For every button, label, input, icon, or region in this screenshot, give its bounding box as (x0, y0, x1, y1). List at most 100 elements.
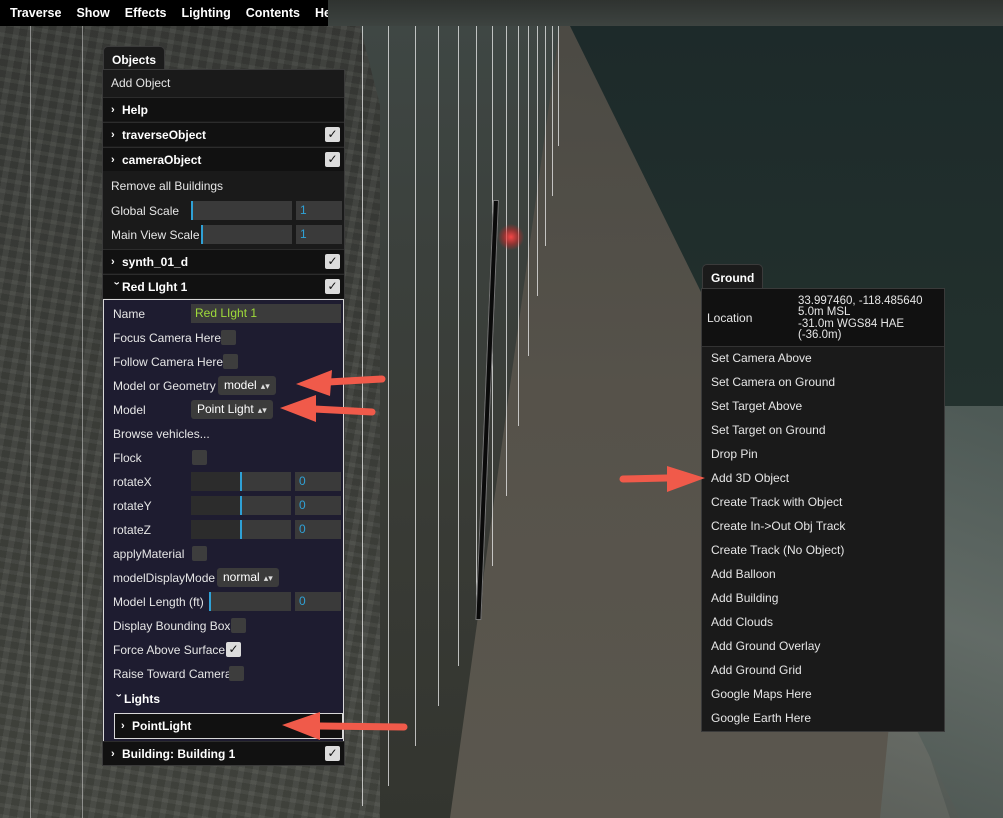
add-3d-object[interactable]: Add 3D Object (711, 471, 789, 485)
menu-lighting[interactable]: Lighting (181, 6, 230, 20)
apply-material-checkbox[interactable] (192, 546, 207, 561)
chevron-right-icon: › (111, 255, 115, 268)
tab-objects[interactable]: Objects (103, 46, 166, 70)
scene-pole (506, 26, 507, 496)
rotate-z-label: rotateZ (113, 523, 152, 537)
scene-pole (545, 26, 546, 246)
name-input[interactable]: Red LIght 1 (191, 304, 341, 323)
main-view-scale-input[interactable]: 1 (296, 225, 342, 244)
add-building[interactable]: Add Building (711, 591, 778, 605)
google-maps-here[interactable]: Google Maps Here (711, 687, 812, 701)
checkmark-icon[interactable]: ✓ (325, 254, 340, 269)
menu-effects[interactable]: Effects (125, 6, 167, 20)
folder-help[interactable]: › Help (103, 97, 344, 121)
flock-label: Flock (113, 451, 142, 465)
add-object-button[interactable]: Add Object (103, 71, 344, 95)
scene-pole (458, 26, 459, 666)
raise-toward-camera-row: Raise Toward Camera (104, 662, 343, 686)
model-or-geometry-select[interactable]: model ▴▾ (218, 376, 276, 395)
ground-context-menu: Location 33.997460, -118.485640 5.0m MSL… (701, 288, 945, 732)
checkmark-icon[interactable]: ✓ (325, 127, 340, 142)
folder-synth[interactable]: › synth_01_d ✓ (103, 249, 344, 273)
global-scale-slider[interactable] (191, 201, 292, 220)
focus-camera-label: Focus Camera Here (113, 331, 222, 345)
set-camera-on-ground[interactable]: Set Camera on Ground (711, 375, 835, 389)
raise-toward-camera-checkbox[interactable] (229, 666, 244, 681)
chevron-right-icon: › (111, 103, 115, 116)
add-ground-overlay[interactable]: Add Ground Overlay (711, 639, 820, 653)
add-ground-grid[interactable]: Add Ground Grid (711, 663, 802, 677)
create-track-no-object[interactable]: Create Track (No Object) (711, 543, 844, 557)
add-clouds[interactable]: Add Clouds (711, 615, 773, 629)
menu-show[interactable]: Show (76, 6, 109, 20)
global-scale-input[interactable]: 1 (296, 201, 342, 220)
browse-vehicles-label: Browse vehicles... (113, 427, 210, 441)
folder-building[interactable]: › Building: Building 1 ✓ (103, 741, 344, 765)
force-above-surface-checkbox[interactable]: ✓ (226, 642, 241, 657)
raise-toward-camera-label: Raise Toward Camera (113, 667, 232, 681)
model-length-input[interactable]: 0 (295, 592, 341, 611)
google-earth-here[interactable]: Google Earth Here (711, 711, 811, 725)
folder-camera-object[interactable]: › cameraObject ✓ (103, 147, 344, 171)
rotate-y-input[interactable]: 0 (295, 496, 341, 515)
main-view-scale-row: Main View Scale 1 (103, 223, 344, 247)
set-target-above[interactable]: Set Target Above (711, 399, 802, 413)
model-length-slider[interactable] (209, 592, 291, 611)
scene-pole (558, 26, 559, 146)
main-view-scale-slider[interactable] (201, 225, 292, 244)
slider-knob[interactable] (240, 496, 242, 515)
rotate-z-slider[interactable] (191, 520, 291, 539)
scene-pole (476, 26, 477, 616)
slider-knob[interactable] (240, 472, 242, 491)
rotate-y-label: rotateY (113, 499, 152, 513)
slider-knob[interactable] (191, 201, 193, 220)
location-readout: Location 33.997460, -118.485640 5.0m MSL… (702, 289, 944, 347)
folder-lights-label: Lights (124, 692, 160, 706)
model-value: Point Light (197, 402, 254, 416)
menu-contents[interactable]: Contents (246, 6, 300, 20)
add-object-label: Add Object (111, 76, 171, 90)
follow-camera-checkbox[interactable] (223, 354, 238, 369)
set-camera-above[interactable]: Set Camera Above (711, 351, 812, 365)
add-balloon[interactable]: Add Balloon (711, 567, 776, 581)
model-length-row: Model Length (ft) 0 (104, 590, 343, 614)
checkmark-icon[interactable]: ✓ (325, 746, 340, 761)
create-track-with-object[interactable]: Create Track with Object (711, 495, 842, 509)
slider-knob[interactable] (201, 225, 203, 244)
rotate-y-row: rotateY 0 (104, 494, 343, 518)
rotate-x-input[interactable]: 0 (295, 472, 341, 491)
chevron-right-icon: › (111, 153, 115, 166)
focus-camera-checkbox[interactable] (221, 330, 236, 345)
scene-pole (82, 26, 83, 818)
remove-buildings-button[interactable]: Remove all Buildings (103, 174, 344, 198)
menu-traverse[interactable]: Traverse (10, 6, 61, 20)
checkmark-icon[interactable]: ✓ (325, 279, 340, 294)
scene-pole (537, 26, 538, 296)
folder-red-light[interactable]: › Red LIght 1 ✓ (103, 274, 344, 298)
rotate-y-slider[interactable] (191, 496, 291, 515)
chevron-right-icon: › (111, 128, 115, 141)
flock-checkbox[interactable] (192, 450, 207, 465)
checkmark-icon[interactable]: ✓ (325, 152, 340, 167)
folder-lights[interactable]: › Lights (104, 687, 343, 711)
display-bounding-box-checkbox[interactable] (231, 618, 246, 633)
set-target-on-ground[interactable]: Set Target on Ground (711, 423, 826, 437)
force-above-surface-label: Force Above Surface (113, 643, 226, 657)
rotate-z-input[interactable]: 0 (295, 520, 341, 539)
scene-pole (415, 26, 416, 746)
slider-knob[interactable] (209, 592, 211, 611)
apply-material-label: applyMaterial (113, 547, 185, 561)
folder-traverse-object[interactable]: › traverseObject ✓ (103, 122, 344, 146)
slider-fill (191, 496, 241, 515)
up-down-arrows-icon: ▴▾ (260, 381, 270, 391)
model-select[interactable]: Point Light ▴▾ (191, 400, 273, 419)
tab-ground[interactable]: Ground (702, 264, 764, 288)
drop-pin[interactable]: Drop Pin (711, 447, 758, 461)
folder-point-light-label: PointLight (132, 719, 192, 733)
rotate-x-slider[interactable] (191, 472, 291, 491)
model-display-mode-select[interactable]: normal ▴▾ (217, 568, 279, 587)
focus-camera-row: Focus Camera Here (104, 326, 343, 350)
create-in-out-obj-track[interactable]: Create In->Out Obj Track (711, 519, 845, 533)
main-view-scale-label: Main View Scale (111, 228, 200, 242)
slider-knob[interactable] (240, 520, 242, 539)
